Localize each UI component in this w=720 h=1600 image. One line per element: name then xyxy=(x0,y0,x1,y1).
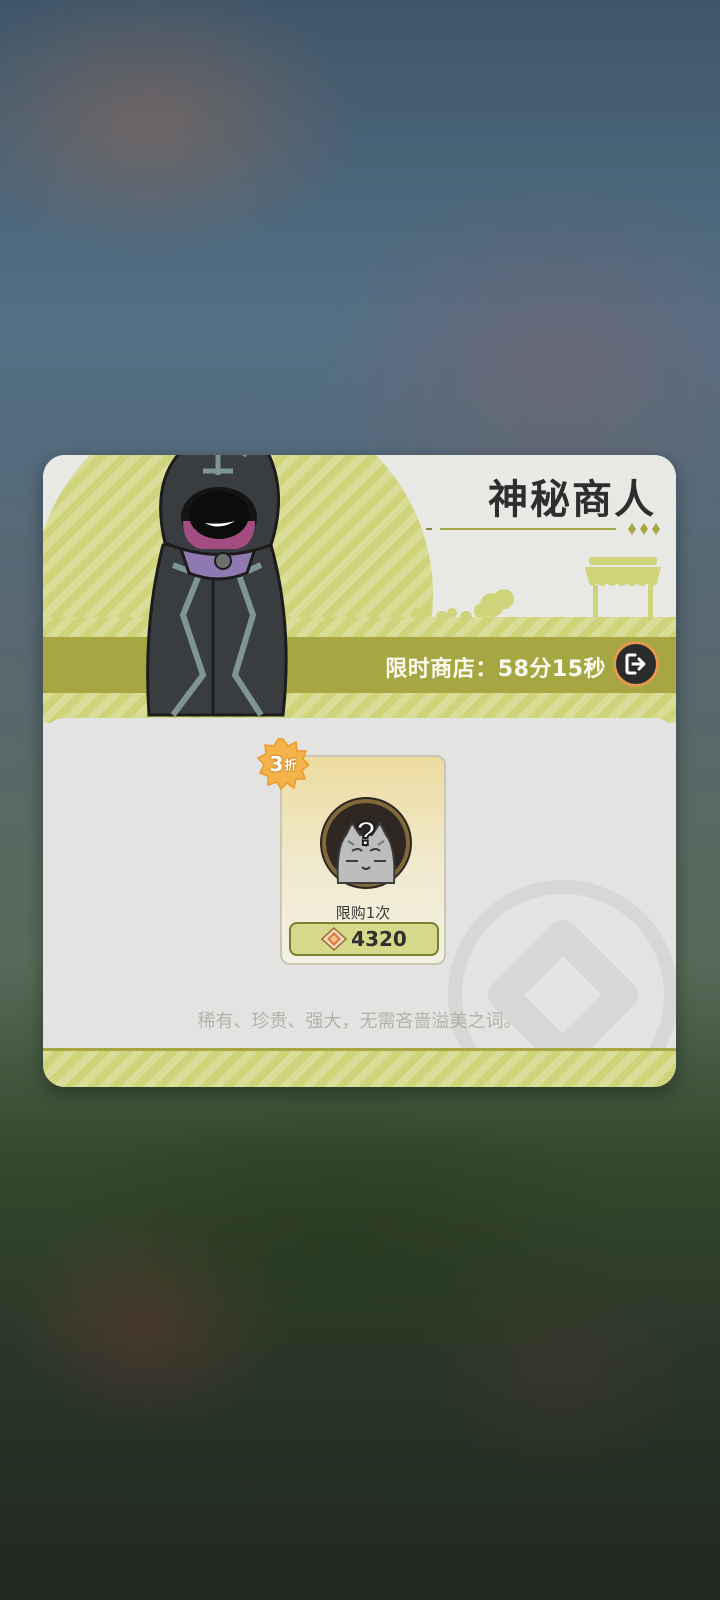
price-value: 4320 xyxy=(351,927,407,951)
shop-stall-icon xyxy=(585,557,661,621)
title-underline-decoration xyxy=(426,523,660,535)
question-mark-icon: ? xyxy=(356,815,377,853)
hooded-merchant-character xyxy=(146,455,288,717)
discount-unit: 折 xyxy=(284,757,297,772)
panel-footer-strip xyxy=(43,1048,676,1087)
diamond-gem-icon xyxy=(321,927,348,951)
mysterious-merchant-panel: 神秘商人 限时商店：58分15秒 ? 限购1次 4320 3 折 稀有、珍贵、强… xyxy=(43,455,676,1087)
discount-number: 3 xyxy=(269,752,284,776)
mystery-cat-portrait: ? xyxy=(320,797,412,889)
buy-price-button[interactable]: 4320 xyxy=(289,922,439,956)
shop-title: 神秘商人 xyxy=(488,477,656,523)
discount-label: 3折 xyxy=(257,738,309,790)
purchase-limit-label: 限购1次 xyxy=(335,904,391,922)
limited-shop-timer: 限时商店：58分15秒 xyxy=(385,657,606,682)
panel-header: 神秘商人 限时商店：58分15秒 xyxy=(43,455,676,795)
exit-button[interactable] xyxy=(613,641,659,687)
shop-description: 稀有、珍贵、强大，无需吝啬溢美之词。 xyxy=(197,1011,522,1032)
exit-icon xyxy=(625,653,646,675)
